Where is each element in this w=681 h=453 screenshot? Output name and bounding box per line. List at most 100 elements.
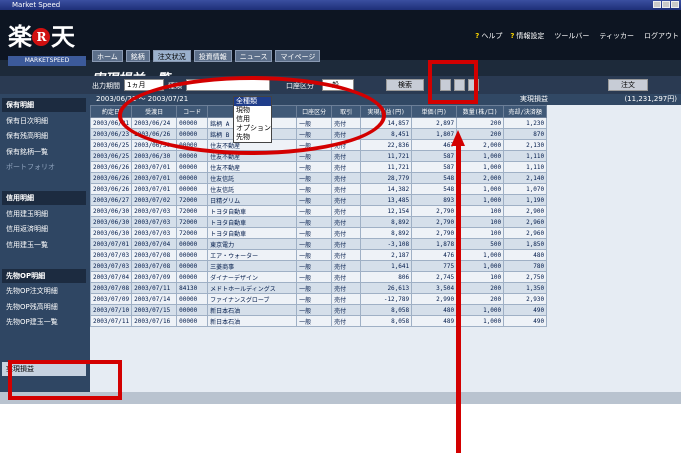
sidebar-item[interactable]: 先物OP明細 <box>2 268 86 283</box>
settings-link[interactable]: ? 情報設定 <box>510 31 544 41</box>
table-cell: 2003/07/01 <box>131 161 178 173</box>
table-row[interactable]: 2003/07/08 2003/07/11 84130 メドトホールディングス 一般 売付… <box>89 282 548 294</box>
table-cell: 775 <box>411 260 458 272</box>
minimize-icon[interactable] <box>653 1 661 8</box>
table-cell: 日精グリム <box>207 194 298 206</box>
tab-investment-info[interactable]: 投資情報 <box>193 50 232 62</box>
tab-mypage[interactable]: マイページ <box>275 50 321 62</box>
table-cell: 2003/07/11 <box>131 282 178 294</box>
table-row[interactable]: 2003/07/11 2003/07/16 00000 新日本石油 一般 売付 8,058 4… <box>89 315 548 327</box>
sidebar-item[interactable]: 保有明細 <box>2 98 86 112</box>
maximize-icon[interactable] <box>662 1 670 8</box>
sidebar-item[interactable]: 信用建玉明細 <box>2 207 86 221</box>
tab-orders[interactable]: 注文状況 <box>152 50 191 62</box>
table-cell: 00000 <box>176 172 209 184</box>
table-cell: 一般 <box>296 238 333 250</box>
help-link[interactable]: ? ヘルプ <box>475 31 502 41</box>
close-icon[interactable] <box>671 1 679 8</box>
table-cell: 3,504 <box>411 282 458 294</box>
table-cell: 72000 <box>176 205 209 217</box>
ticker-link[interactable]: ティッカー <box>597 31 634 41</box>
table-cell: 780 <box>503 260 548 272</box>
sidebar-item[interactable]: 先物OP注文明細 <box>2 284 86 298</box>
table-row[interactable]: 2003/06/30 2003/07/03 72000 トヨタ自動車 一般 売付 12,15… <box>89 205 548 217</box>
table-cell: 東京電力 <box>207 238 298 250</box>
logo-subtitle: MARKETSPEED <box>8 56 86 66</box>
sidebar-item[interactable]: 信用建玉一覧 <box>2 238 86 252</box>
table-cell: 467 <box>411 139 458 151</box>
table-cell: 2003/07/08 <box>131 260 178 272</box>
table-cell: 2003/07/04 <box>131 238 178 250</box>
top-links: ? ヘルプ ? 情報設定 ツールバー ティッカー ログアウト <box>475 31 679 41</box>
table-cell: メドトホールディングス <box>207 282 298 294</box>
table-cell: 2003/07/10 <box>89 304 133 316</box>
table-row[interactable]: 2003/06/26 2003/07/01 00000 住友不動産 一般 売付 11,721… <box>89 161 548 173</box>
table-cell: 587 <box>411 150 458 162</box>
table-row[interactable]: 2003/07/01 2003/07/04 00000 東京電力 一般 売付 -3,108 1… <box>89 238 548 250</box>
table-cell: 一般 <box>296 194 333 206</box>
table-row[interactable]: 2003/07/03 2003/07/08 00000 三菱商事 一般 売付 1,641 77… <box>89 260 548 272</box>
column-header[interactable]: 単価(円) <box>411 105 458 118</box>
table-cell: 新日本石油 <box>207 315 298 327</box>
sidebar-item[interactable]: 保有日次明細 <box>2 114 86 128</box>
order-button[interactable]: 注文 <box>608 79 648 91</box>
table-cell: 2003/06/30 <box>89 205 133 217</box>
logout-link[interactable]: ログアウト <box>642 31 679 41</box>
table-row[interactable]: 2003/06/27 2003/07/02 72000 日精グリム 一般 売付 13,485… <box>89 194 548 206</box>
table-row[interactable]: 2003/06/25 2003/06/30 00000 住友不動産 一般 売付 11,721… <box>89 150 548 162</box>
table-row[interactable]: 2003/06/30 2003/07/03 72000 トヨタ自動車 一般 売付 8,892… <box>89 216 548 228</box>
table-cell: 2003/06/30 <box>89 216 133 228</box>
table-row[interactable]: 2003/07/10 2003/07/15 00000 新日本石油 一般 売付 8,058 4… <box>89 304 548 316</box>
sidebar-item[interactable]: ポートフォリオ <box>2 160 86 174</box>
sidebar-item[interactable]: 先物OP残高明細 <box>2 300 86 314</box>
table-cell: 2,750 <box>503 271 548 283</box>
table-row[interactable]: 2003/06/26 2003/07/01 00000 住友信託 一般 売付 14,382 5… <box>89 183 548 195</box>
table-cell: 1,878 <box>411 238 458 250</box>
table-cell: 売付 <box>331 249 362 261</box>
table-cell: 100 <box>456 227 505 239</box>
table-cell: 1,000 <box>456 249 505 261</box>
table-cell: 売付 <box>331 260 362 272</box>
table-row[interactable]: 2003/07/03 2003/07/08 00000 エア・ウォーター 一般 売付 2,1… <box>89 249 548 261</box>
table-cell: 売付 <box>331 282 362 294</box>
table-cell: 売付 <box>331 238 362 250</box>
column-header[interactable]: 数量(株/口) <box>456 105 505 118</box>
header: 楽R天 MARKETSPEED ? ヘルプ ? 情報設定 ツールバー ティッカー ロ… <box>0 10 681 87</box>
tab-news[interactable]: ニュース <box>234 50 273 62</box>
tab-stock[interactable]: 銘柄 <box>125 50 150 62</box>
table-cell: 1,850 <box>503 238 548 250</box>
table-cell: ファイナンスグローブ <box>207 293 298 305</box>
tab-home[interactable]: ホーム <box>92 50 123 62</box>
sidebar-item[interactable]: 先物OP建玉一覧 <box>2 315 86 329</box>
search-button[interactable]: 検索 <box>386 79 424 91</box>
table-cell: 一般 <box>296 282 333 294</box>
table-cell: 72000 <box>176 216 209 228</box>
table-row[interactable]: 2003/07/04 2003/07/09 00000 ダイナーデザイン 一般 売付 806… <box>89 271 548 283</box>
table-row[interactable]: 2003/06/30 2003/07/03 72000 トヨタ自動車 一般 売付 8,892… <box>89 227 548 239</box>
sidebar-item[interactable]: 保有銘柄一覧 <box>2 145 86 159</box>
table-cell: 14,382 <box>360 183 413 195</box>
table-cell: 1,190 <box>503 194 548 206</box>
sidebar-item[interactable]: 信用明細 <box>2 191 86 205</box>
table-cell: 200 <box>456 293 505 305</box>
toolbar-link[interactable]: ツールバー <box>552 31 589 41</box>
table-cell: 806 <box>360 271 413 283</box>
table-cell: 490 <box>503 315 548 327</box>
table-row[interactable]: 2003/06/26 2003/07/01 00000 住友信託 一般 売付 28,779 5… <box>89 172 548 184</box>
sidebar-item <box>2 331 86 345</box>
sidebar-item[interactable]: 保有残高明細 <box>2 129 86 143</box>
table-cell: 13,485 <box>360 194 413 206</box>
table-cell: 2003/07/03 <box>89 249 133 261</box>
table-cell: 2,000 <box>456 172 505 184</box>
table-row[interactable]: 2003/07/09 2003/07/14 00000 ファイナンスグローブ 一般 売付 -… <box>89 293 548 305</box>
table-cell: 2,990 <box>411 293 458 305</box>
table-cell: 100 <box>456 271 505 283</box>
table-cell: 00000 <box>176 315 209 327</box>
table-cell: 480 <box>411 304 458 316</box>
table-cell: 72000 <box>176 227 209 239</box>
sidebar-item[interactable]: 信用返済明細 <box>2 222 86 236</box>
table-cell: 00000 <box>176 260 209 272</box>
table-cell: 売付 <box>331 183 362 195</box>
column-header[interactable]: 売却/決済額 <box>503 105 548 118</box>
table-cell: 2003/06/30 <box>131 150 178 162</box>
